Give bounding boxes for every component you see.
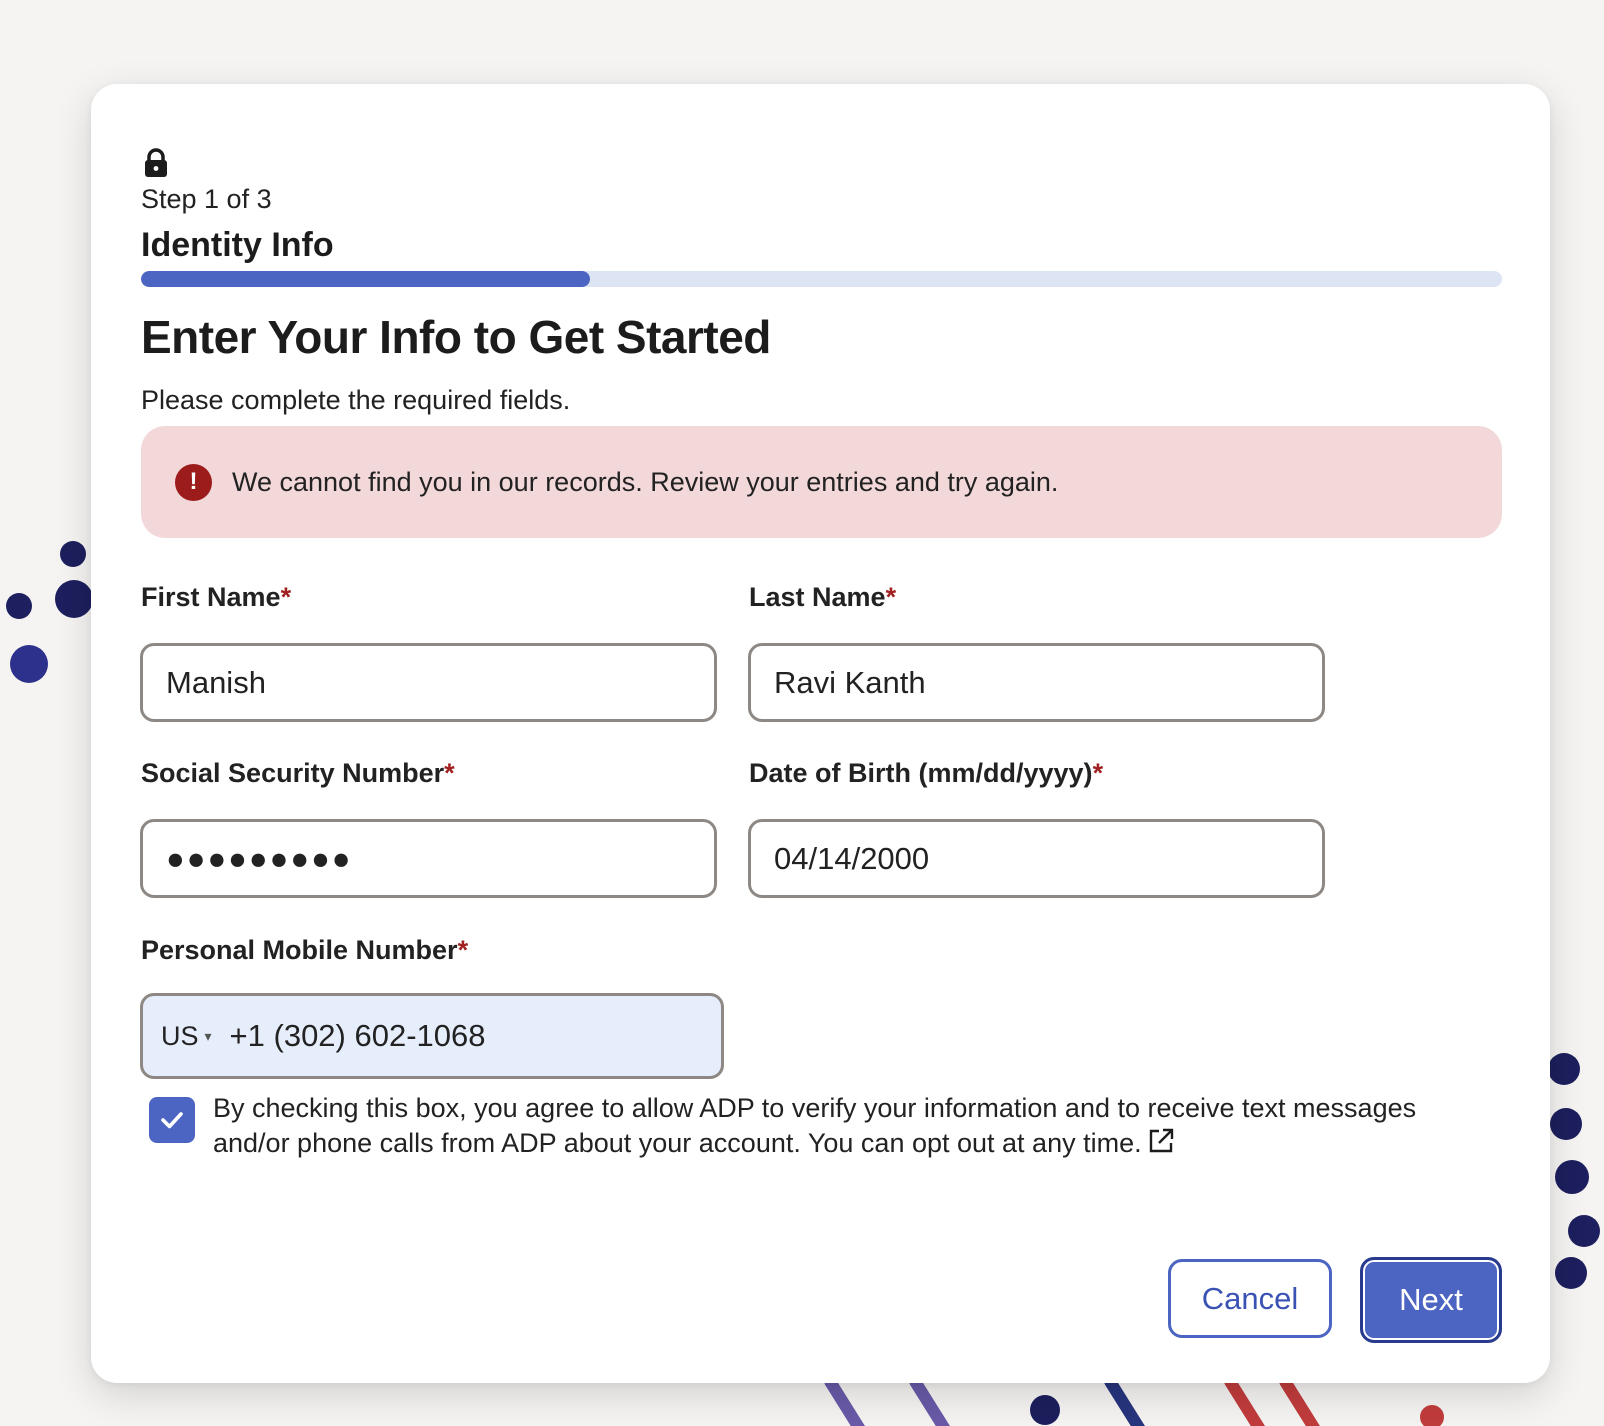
lock-icon [145,148,167,177]
external-link-icon[interactable] [1146,1126,1176,1156]
error-alert: ! We cannot find you in our records. Rev… [141,426,1502,538]
ssn-input[interactable] [140,819,717,898]
progress-bar-fill [141,271,591,287]
last-name-input[interactable] [748,643,1325,722]
error-icon: ! [175,463,212,501]
required-mark: * [444,758,455,788]
caret-down-icon: ▾ [204,1027,212,1044]
step-title: Identity Info [141,226,334,264]
checkmark-icon [161,1112,183,1129]
country-select[interactable]: US ▾ [161,1021,212,1052]
dob-label: Date of Birth (mm/dd/yyyy)* [749,758,1104,788]
first-name-label: First Name* [141,582,292,612]
phone-field: US ▾ [140,993,724,1079]
required-mark: * [280,582,292,612]
ssn-label: Social Security Number* [141,758,455,788]
phone-label: Personal Mobile Number* [141,935,469,965]
first-name-input[interactable] [140,643,717,722]
required-mark: * [885,582,897,612]
identity-modal: Step 1 of 3 Identity Info Enter Your Inf… [91,84,1550,1383]
page-subtitle: Please complete the required fields. [141,385,571,415]
error-message: We cannot find you in our records. Revie… [232,466,1059,497]
consent-text: By checking this box, you agree to allow… [213,1093,1417,1158]
phone-input[interactable] [229,1018,650,1054]
consent-text-block: By checking this box, you agree to allow… [213,1091,1493,1161]
required-mark: * [457,935,469,965]
last-name-label: Last Name* [749,582,897,612]
consent-checkbox[interactable] [149,1097,195,1143]
required-mark: * [1092,758,1104,788]
cancel-button[interactable]: Cancel [1168,1259,1332,1338]
step-indicator: Step 1 of 3 [141,184,272,214]
page-title: Enter Your Info to Get Started [141,311,771,363]
next-button[interactable]: Next [1360,1257,1502,1343]
dob-input[interactable] [748,819,1325,898]
progress-bar [141,271,1502,287]
country-code: US [161,1020,199,1051]
